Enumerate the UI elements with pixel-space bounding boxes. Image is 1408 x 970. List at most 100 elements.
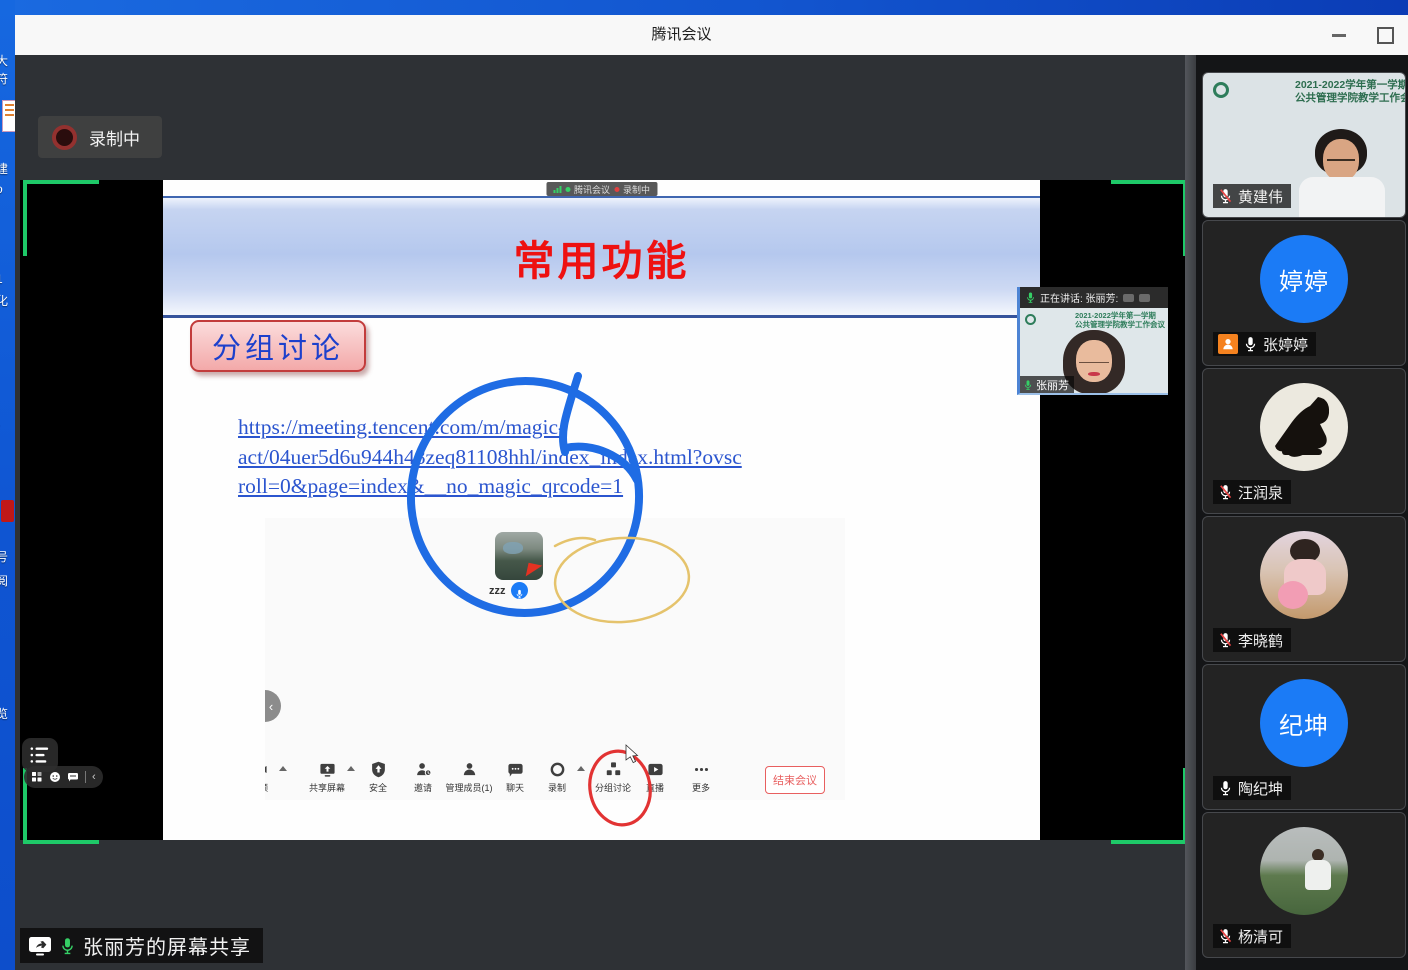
meeting-main-area: 录制中 腾讯会议 录制中 常用功能 分组讨论 https://meeting.t… [15,55,1185,970]
chat-bubble-icon[interactable] [67,771,79,783]
inner-toolbar-record: 录制 [535,760,579,794]
mic-on-icon [1025,291,1036,304]
mic-muted-icon [1218,631,1233,649]
slide-header: 常用功能 [163,196,1040,318]
shield-icon [356,760,400,779]
record-icon [535,760,579,779]
speaking-status-text: 正在讲话: 张丽芳: [1040,290,1118,305]
inner-toolbar-breakout: 分组讨论 [591,760,635,794]
desktop-red-app-icon[interactable] [1,500,14,522]
sidebar-divider[interactable] [1185,55,1196,970]
breakout-rooms-icon [591,760,635,779]
reaction-smiley-icon[interactable] [49,771,61,783]
participant-name: 陶纪坤 [1238,778,1283,799]
speaker-name: 张丽芳 [1036,377,1069,393]
camera-icon [265,760,281,779]
tile-slide-line: 2021-2022学年第一学期 [1295,79,1406,92]
inner-toolbar-security: 安全 [356,760,400,794]
speaker-slide-line: 公共管理学院教学工作会议 [1075,320,1165,329]
member-badge-icon [1218,334,1238,354]
participant-tile[interactable]: 李晓鹤 [1202,516,1406,662]
flag-icon [526,563,543,580]
tile-slide-line: 公共管理学院教学工作会议 [1295,92,1406,105]
active-speaker-overlay[interactable]: 正在讲话: 张丽芳: 2021-2022学年第一学期 公共管理学院教学工作会议 … [1017,287,1168,395]
mic-muted-icon [1218,187,1233,205]
more-dots-icon [679,760,723,779]
share-border-corner [1111,768,1187,844]
end-meeting-button: 结束会议 [765,766,825,794]
silhouette-avatar [1260,383,1348,471]
share-banner-label: 张丽芳的屏幕共享 [83,931,251,960]
list-icon [29,745,51,765]
avatar [1260,531,1348,619]
desktop-icon-fragment: 符 [0,70,15,87]
university-logo-icon [1213,82,1229,98]
participant-tile[interactable]: 婷婷 张婷婷 [1202,220,1406,366]
mic-on-icon [1243,335,1258,353]
participant-tile[interactable]: 杨清可 [1202,812,1406,958]
participant-tile[interactable]: 汪润泉 [1202,368,1406,514]
share-border-corner [1111,180,1187,256]
pill-app-name: 腾讯会议 [574,183,610,196]
live-stream-icon [633,760,677,779]
university-logo-icon [1025,314,1036,325]
desktop-document-icon[interactable] [2,100,15,132]
mic-on-icon [1023,379,1033,391]
mic-on-icon [59,936,76,956]
desktop-icon-fragment: 阅 [0,572,15,589]
participant-name-chip: 张婷婷 [1213,332,1316,356]
inner-toolbar-live: 直播 [633,760,677,794]
participant-name: 杨清可 [1238,926,1283,947]
mic-muted-icon [1218,927,1233,945]
desktop-icon-fragment: 1 [0,272,15,286]
maximize-button[interactable] [1362,15,1408,55]
minimize-button[interactable] [1316,15,1362,55]
window-title: 腾讯会议 [15,15,1348,55]
desktop-icon-fragment: o [0,182,15,196]
inner-screenshot: zzz ‹ 视频 共享屏幕 安全 邀请 管理成员(1) [265,518,845,800]
desktop-icon-fragment: 化 [0,292,15,309]
participants-sidebar: 2021-2022学年第一学期 公共管理学院教学工作会议 黄建伟 婷婷 张婷婷 [1196,55,1408,970]
window-titlebar: 腾讯会议 [15,15,1408,55]
speaker-name-chip: 张丽芳 [1020,376,1074,393]
avatar: 婷婷 [1260,235,1348,323]
participant-name: 张婷婷 [1263,334,1308,355]
desktop-top-strip [0,0,1408,15]
participant-name-chip: 杨清可 [1213,924,1291,948]
participant-name-chip: 汪润泉 [1213,480,1291,504]
inner-participant-name: zzz [489,585,506,597]
desktop-icon-fragment: r [0,420,15,434]
speaker-video: 2021-2022学年第一学期 公共管理学院教学工作会议 张丽芳 [1020,308,1168,393]
recording-label: 录制中 [89,125,140,150]
slide-title: 常用功能 [514,227,690,287]
speaker-overlay-titlebar: 正在讲话: 张丽芳: [1020,287,1168,308]
desktop-icon-fragment: 号 [0,548,15,565]
divider [85,771,86,783]
participant-name-chip: 黄建伟 [1213,184,1291,208]
balloon [1278,581,1308,609]
members-icon [439,760,499,779]
collapse-chevron-icon: ‹ [265,690,281,722]
inner-toolbar-members: 管理成员(1) [439,760,499,794]
mic-muted-icon [1218,483,1233,501]
share-border-corner [23,180,99,256]
screen-share-banner: 张丽芳的屏幕共享 [20,928,263,963]
participant-name-chip: 陶纪坤 [1213,776,1291,800]
audio-wave-blob [1139,294,1150,302]
layout-icon[interactable] [31,771,43,783]
online-dot-icon [565,187,570,192]
participant-tile[interactable]: 2021-2022学年第一学期 公共管理学院教学工作会议 黄建伟 [1202,72,1406,218]
inner-toolbar-more: 更多 [679,760,723,794]
annotation-mini-toolbar: ‹ [24,766,103,788]
participant-name: 汪润泉 [1238,482,1283,503]
avatar [1260,827,1348,915]
collapse-chevron-icon[interactable]: ‹ [92,771,96,783]
audio-wave-blob [1123,294,1134,302]
participant-name: 李晓鹤 [1238,630,1283,651]
recording-dot-icon [614,187,619,192]
desktop-icon-fragment: 建 [0,160,15,177]
avatar [1260,383,1348,471]
link-line: roll=0&page=index&__no_magic_qrcode=1 [238,472,918,502]
recording-badge[interactable]: 录制中 [38,116,162,158]
participant-tile[interactable]: 纪坤 陶纪坤 [1202,664,1406,810]
